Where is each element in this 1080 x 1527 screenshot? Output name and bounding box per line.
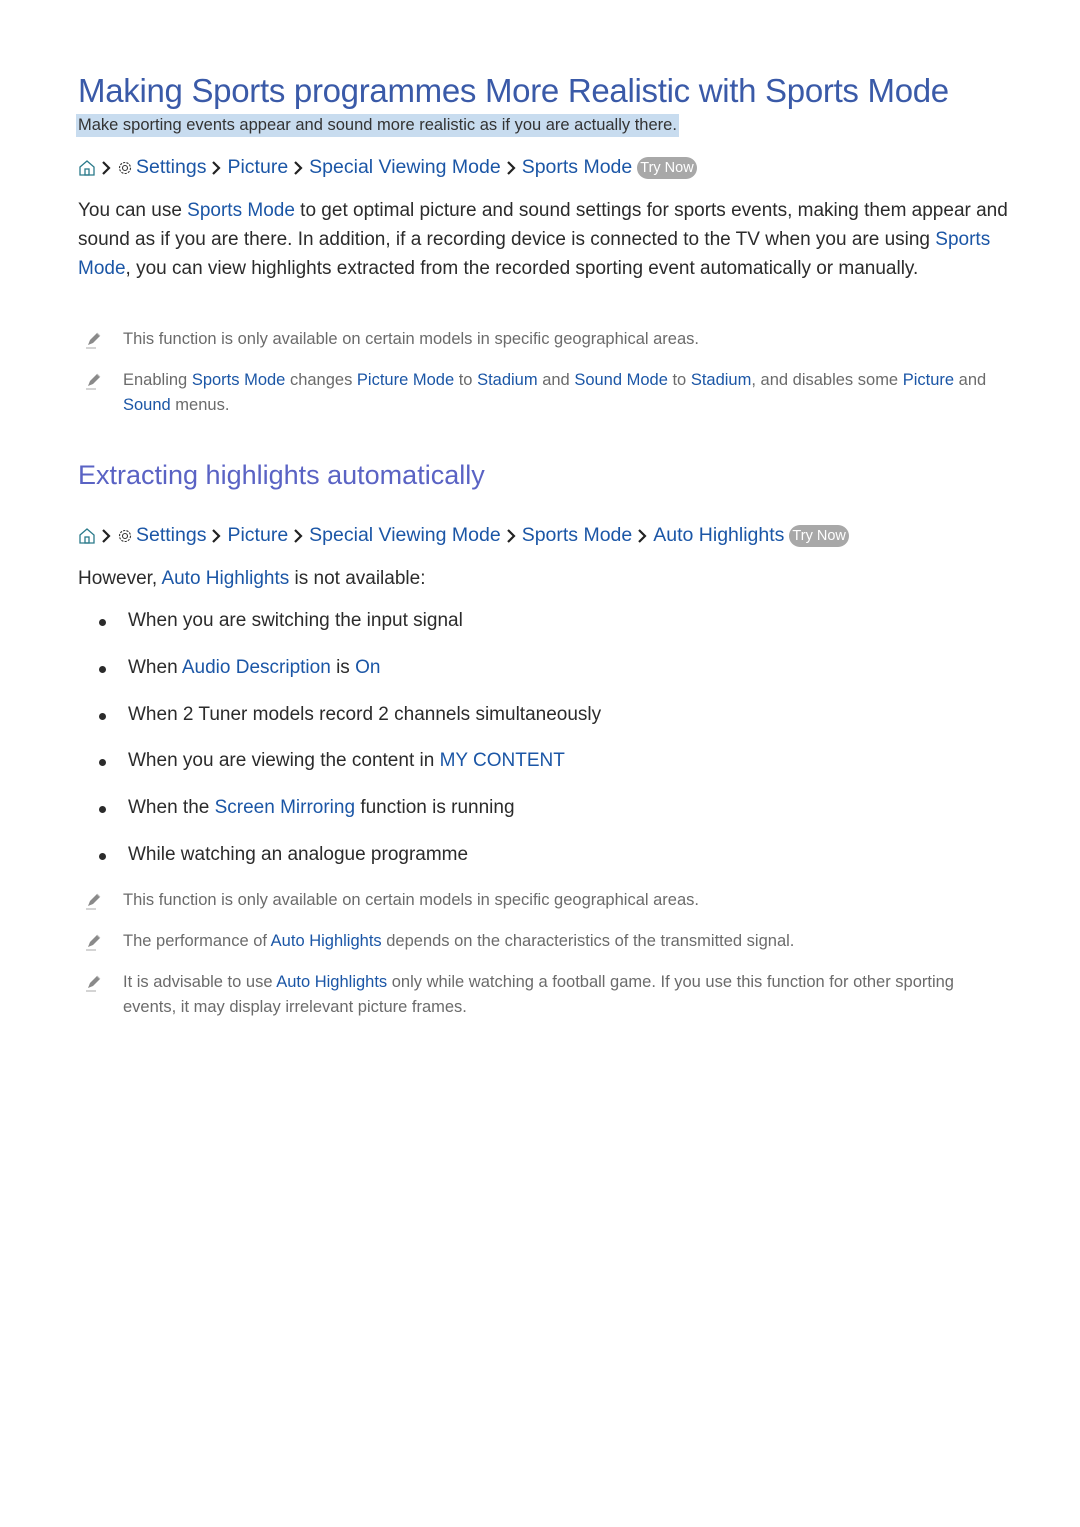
- lead-paragraph: However, Auto Highlights is not availabl…: [78, 564, 1008, 593]
- page-title: Making Sports programmes More Realistic …: [78, 72, 949, 109]
- text: It is advisable to use: [123, 973, 277, 991]
- link-my-content: MY CONTENT: [439, 750, 565, 771]
- text: While watching an analogue programme: [128, 844, 469, 865]
- text: changes: [285, 371, 357, 389]
- home-icon[interactable]: [78, 159, 96, 177]
- section-heading: Extracting highlights automatically: [78, 460, 485, 490]
- text: Enabling: [123, 371, 192, 389]
- crumb-sports-mode[interactable]: Sports Mode: [522, 156, 633, 179]
- text: You can use: [78, 200, 188, 221]
- pencil-icon: [84, 330, 104, 350]
- text: and: [537, 371, 575, 389]
- link-on: On: [355, 657, 381, 678]
- crumb-auto-highlights[interactable]: Auto Highlights: [653, 524, 784, 547]
- link-screen-mirroring: Screen Mirroring: [214, 797, 356, 818]
- try-now-button[interactable]: Try Now: [789, 524, 849, 547]
- crumb-sports-mode[interactable]: Sports Mode: [522, 524, 633, 547]
- text: When you are viewing the content in: [128, 750, 440, 771]
- link-auto-highlights: Auto Highlights: [161, 568, 290, 589]
- chevron-right-icon: [210, 160, 222, 176]
- chevron-right-icon: [505, 160, 517, 176]
- text: to: [667, 371, 691, 389]
- link-audio-description: Audio Description: [181, 657, 331, 678]
- note: Enabling Sports Mode changes Picture Mod…: [78, 368, 998, 418]
- link-picture: Picture: [902, 371, 955, 389]
- text: When: [128, 657, 182, 678]
- intro-paragraph: You can use Sports Mode to get optimal p…: [78, 196, 1008, 283]
- link-stadium: Stadium: [477, 371, 538, 389]
- link-sports-mode: Sports Mode: [187, 200, 295, 221]
- chevron-right-icon: [292, 160, 304, 176]
- crumb-special-viewing-mode[interactable]: Special Viewing Mode: [309, 156, 501, 179]
- breadcrumb: Settings Picture Special Viewing Mode Sp…: [78, 524, 849, 547]
- chevron-right-icon: [292, 528, 304, 544]
- text: menus.: [170, 396, 230, 414]
- crumb-settings[interactable]: Settings: [136, 156, 206, 179]
- text: However,: [78, 568, 162, 589]
- note: This function is only available on certa…: [78, 327, 998, 352]
- note: This function is only available on certa…: [78, 888, 998, 913]
- bullet-icon: [99, 806, 106, 813]
- subtitle-container: Make sporting events appear and sound mo…: [76, 114, 679, 137]
- bullet-icon: [99, 853, 106, 860]
- chevron-right-icon: [505, 528, 517, 544]
- crumb-settings[interactable]: Settings: [136, 524, 206, 547]
- chevron-right-icon: [100, 528, 112, 544]
- crumb-picture[interactable]: Picture: [227, 524, 288, 547]
- text: is not available:: [289, 568, 426, 589]
- text: and: [954, 371, 987, 389]
- chevron-right-icon: [210, 528, 222, 544]
- pencil-icon: [84, 932, 104, 952]
- link-picture-mode: Picture Mode: [356, 371, 455, 389]
- crumb-special-viewing-mode[interactable]: Special Viewing Mode: [309, 524, 501, 547]
- bullet-icon: [99, 759, 106, 766]
- text: When you are switching the input signal: [128, 610, 463, 631]
- link-stadium: Stadium: [690, 371, 752, 389]
- pencil-icon: [84, 371, 104, 391]
- note-text: This function is only available on certa…: [123, 891, 699, 909]
- link-sound-mode: Sound Mode: [574, 371, 668, 389]
- text: , and disables some: [751, 371, 903, 389]
- link-auto-highlights: Auto Highlights: [276, 973, 388, 991]
- bullet-icon: [99, 619, 106, 626]
- text: The performance of: [123, 932, 271, 950]
- bullet-icon: [99, 713, 106, 720]
- text: is: [330, 657, 356, 678]
- gear-icon: [117, 528, 133, 544]
- try-now-button[interactable]: Try Now: [637, 156, 697, 179]
- chevron-right-icon: [636, 528, 648, 544]
- home-icon[interactable]: [78, 527, 96, 545]
- note: It is advisable to use Auto Highlights o…: [78, 970, 998, 1020]
- crumb-picture[interactable]: Picture: [227, 156, 288, 179]
- page-subtitle: Make sporting events appear and sound mo…: [76, 114, 679, 137]
- text: depends on the characteristics of the tr…: [381, 932, 795, 950]
- note-text: This function is only available on certa…: [123, 330, 699, 348]
- breadcrumb: Settings Picture Special Viewing Mode Sp…: [78, 156, 697, 179]
- link-sports-mode: Sports Mode: [191, 371, 286, 389]
- chevron-right-icon: [100, 160, 112, 176]
- bullet-icon: [99, 666, 106, 673]
- text: to: [454, 371, 478, 389]
- text: function is running: [355, 797, 515, 818]
- text: When the: [128, 797, 215, 818]
- pencil-icon: [84, 973, 104, 993]
- text: When 2 Tuner models record 2 channels si…: [128, 704, 602, 725]
- pencil-icon: [84, 891, 104, 911]
- link-sound: Sound: [123, 396, 171, 414]
- link-auto-highlights: Auto Highlights: [270, 932, 382, 950]
- note: The performance of Auto Highlights depen…: [78, 929, 998, 954]
- gear-icon: [117, 160, 133, 176]
- text: , you can view highlights extracted from…: [125, 258, 919, 279]
